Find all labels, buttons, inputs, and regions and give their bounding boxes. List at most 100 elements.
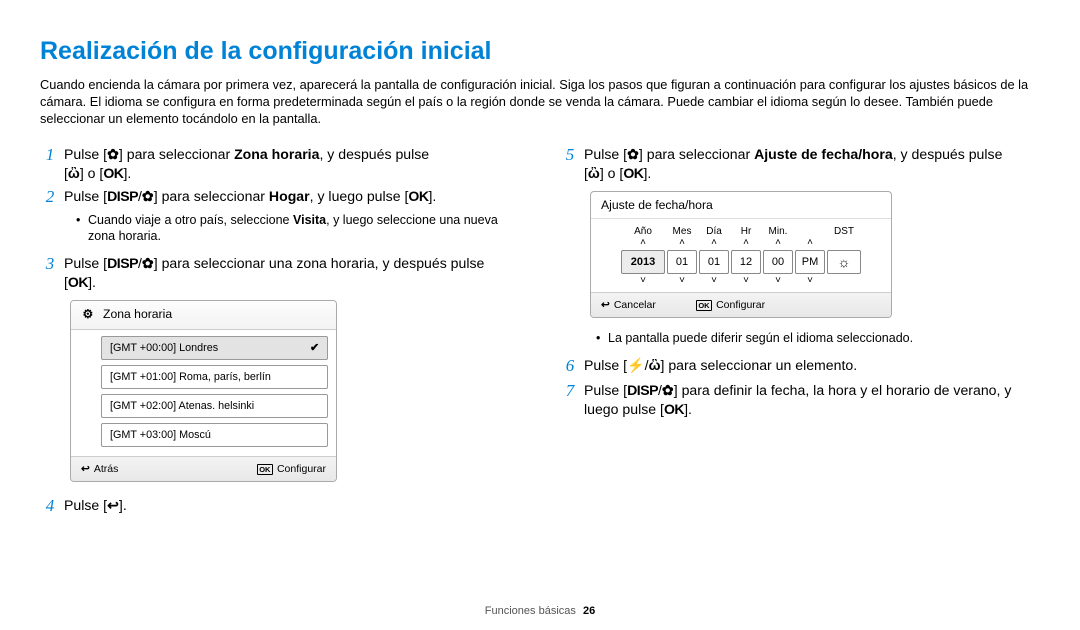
tz-row[interactable]: [GMT +01:00] Roma, parís, berlín — [101, 365, 328, 389]
set-button[interactable]: OKConfigurar — [257, 457, 326, 481]
txt: Cuando viaje a otro país, seleccione — [88, 213, 293, 227]
gear-icon: ⚙ — [79, 307, 97, 323]
ok-icon: OK — [696, 300, 712, 311]
label: Configurar — [716, 293, 765, 317]
chevron-down-icon[interactable]: ˅ — [679, 276, 685, 286]
txt: Pulse [ — [584, 382, 627, 398]
txt: Pulse [ — [64, 188, 107, 204]
back-button[interactable]: ↩Atrás — [81, 457, 118, 481]
value: 01 — [667, 250, 697, 274]
flash-icon: ⚡ — [627, 357, 645, 373]
txt: ] para seleccionar — [154, 188, 269, 204]
label: Configurar — [277, 457, 326, 481]
step-number: 7 — [560, 381, 580, 419]
txt: ] o [ — [80, 165, 104, 181]
txt: ] para definir la fecha, la hora y el ho… — [674, 382, 1012, 398]
label-dst: DST — [827, 225, 861, 238]
step-number: 4 — [40, 496, 60, 516]
txt: La pantalla puede diferir según el idiom… — [608, 330, 1040, 346]
step-5: 5 Pulse [✿] para seleccionar Ajuste de f… — [560, 145, 1040, 183]
step-number: 2 — [40, 187, 60, 207]
intro-paragraph: Cuando encienda la cámara por primera ve… — [40, 76, 1040, 128]
panel-title: Zona horaria — [103, 307, 172, 323]
ok-icon: OK — [623, 165, 643, 181]
timer-icon: ὣ — [649, 357, 661, 373]
chevron-up-icon[interactable]: ˄ — [775, 238, 781, 248]
chevron-up-icon[interactable]: ˄ — [807, 238, 813, 248]
chevron-down-icon[interactable]: ˅ — [743, 276, 749, 286]
spinner-day[interactable]: ˄01˅ — [699, 238, 729, 286]
chevron-down-icon[interactable]: ˅ — [775, 276, 781, 286]
chevron-up-icon[interactable]: ˄ — [743, 238, 749, 248]
right-column: 5 Pulse [✿] para seleccionar Ajuste de f… — [560, 145, 1040, 520]
txt: , y luego pulse [ — [310, 188, 409, 204]
dt-labels: Año Mes Día Hr Min. DST — [591, 219, 891, 238]
chevron-down-icon[interactable]: ˅ — [711, 276, 717, 286]
back-icon: ↩ — [81, 457, 90, 481]
chevron-up-icon[interactable]: ˄ — [711, 238, 717, 248]
label: Cancelar — [614, 293, 656, 317]
footer-section: Funciones básicas — [485, 605, 576, 617]
timezone-panel: ⚙ Zona horaria [GMT +00:00] Londres ✔ [G… — [70, 300, 337, 482]
chevron-down-icon[interactable]: ˅ — [640, 276, 646, 286]
down-icon: ✿ — [142, 188, 154, 204]
txt: Pulse [ — [584, 357, 627, 373]
txt: Pulse [ — [64, 146, 107, 162]
tz-row-label: [GMT +02:00] Atenas. helsinki — [110, 400, 254, 412]
tz-row[interactable]: [GMT +02:00] Atenas. helsinki — [101, 394, 328, 418]
ok-icon: OK — [68, 274, 88, 290]
spinner-min[interactable]: ˄00˅ — [763, 238, 793, 286]
txt: ]. — [119, 497, 127, 513]
txt: ] para seleccionar — [119, 146, 234, 162]
spinner-dst[interactable]: ˄☼˅ — [827, 238, 861, 286]
left-column: 1 Pulse [✿] para seleccionar Zona horari… — [40, 145, 520, 520]
spinner-ampm[interactable]: ˄ PM ˅ — [795, 238, 825, 286]
txt: ] para seleccionar una zona horaria, y d… — [154, 255, 485, 271]
txt: ]. — [429, 188, 437, 204]
step-number: 6 — [560, 356, 580, 376]
spinner-year[interactable]: ˄ 2013 ˅ — [621, 238, 665, 286]
step-3: 3 Pulse [DISP/✿] para seleccionar una zo… — [40, 254, 520, 292]
step-5-bullet: • La pantalla puede diferir según el idi… — [596, 330, 1040, 346]
tz-row-label: [GMT +01:00] Roma, parís, berlín — [110, 371, 271, 383]
txt: ]. — [123, 165, 131, 181]
ok-icon: OK — [103, 165, 123, 181]
step-4: 4 Pulse [↩]. — [40, 496, 520, 516]
cancel-button[interactable]: ↩Cancelar — [601, 293, 656, 317]
page-footer: Funciones básicas 26 — [0, 604, 1080, 618]
page-title: Realización de la configuración inicial — [40, 35, 1040, 68]
ok-icon: OK — [664, 401, 684, 417]
chevron-up-icon[interactable]: ˄ — [640, 238, 646, 248]
chevron-up-icon[interactable]: ˄ — [679, 238, 685, 248]
txt: ]. — [643, 165, 651, 181]
txt: Pulse [ — [584, 146, 627, 162]
txt: luego pulse [ — [584, 401, 664, 417]
dst-icon: ☼ — [827, 250, 861, 274]
value: PM — [795, 250, 825, 274]
step-number: 5 — [560, 145, 580, 183]
txt-bold: Visita — [293, 213, 326, 227]
step-number: 3 — [40, 254, 60, 292]
txt-bold: Hogar — [269, 188, 310, 204]
tz-row[interactable]: [GMT +03:00] Moscú — [101, 423, 328, 447]
spinner-hr[interactable]: ˄12˅ — [731, 238, 761, 286]
spinner-month[interactable]: ˄ 01 ˅ — [667, 238, 697, 286]
txt: Pulse [ — [64, 497, 107, 513]
step-2: 2 Pulse [DISP/✿] para seleccionar Hogar,… — [40, 187, 520, 207]
down-icon: ✿ — [627, 146, 639, 162]
set-button[interactable]: OK Configurar — [696, 293, 765, 317]
disp-icon: DISP — [107, 255, 138, 271]
check-icon: ✔ — [310, 337, 319, 359]
txt: , y después pulse — [319, 146, 429, 162]
txt: ] o [ — [600, 165, 624, 181]
step-number: 1 — [40, 145, 60, 183]
chevron-down-icon[interactable]: ˅ — [807, 276, 813, 286]
timer-icon: ὣ — [588, 165, 600, 181]
timer-icon: ὣ — [68, 165, 80, 181]
disp-icon: DISP — [627, 382, 658, 398]
ok-icon: OK — [408, 188, 428, 204]
panel-title: Ajuste de fecha/hora — [591, 192, 891, 219]
value: 2013 — [621, 250, 665, 274]
tz-row-selected[interactable]: [GMT +00:00] Londres ✔ — [101, 336, 328, 360]
txt: ] para seleccionar — [639, 146, 754, 162]
